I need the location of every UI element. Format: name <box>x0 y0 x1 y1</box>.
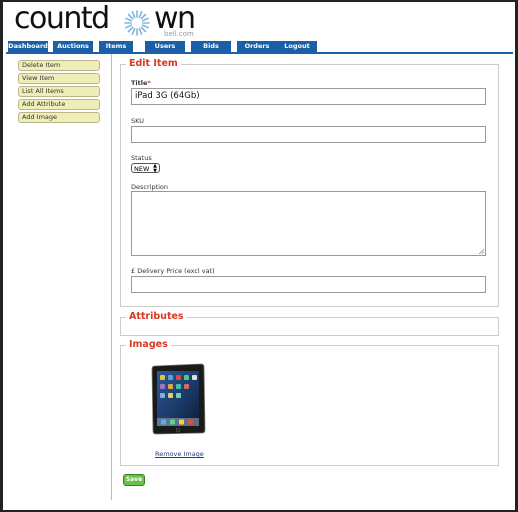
attributes-legend: Attributes <box>126 311 187 322</box>
title-input[interactable]: iPad 3G (64Gb) <box>131 88 486 105</box>
countdown-logo[interactable]: countd wn bell.com <box>14 2 214 39</box>
description-label: Description <box>131 183 169 191</box>
images-legend: Images <box>126 339 171 350</box>
tab-items[interactable]: Items <box>99 41 133 52</box>
page: countd wn bell.com Dashboard Auctions It… <box>3 2 515 510</box>
logo-sun-icon <box>124 10 150 36</box>
logo-subtitle: bell.com <box>164 30 194 38</box>
tab-auctions[interactable]: Auctions <box>53 41 93 52</box>
sidebar: Delete Item View Item List All Items Add… <box>3 54 112 500</box>
status-select[interactable]: NEW ▲ ▼ <box>131 163 160 174</box>
remove-image-link[interactable]: Remove Image <box>155 450 204 458</box>
delivery-price-label: £ Delivery Price (excl vat) <box>131 267 215 275</box>
delete-item-button[interactable]: Delete Item <box>18 60 100 71</box>
list-all-items-button[interactable]: List All Items <box>18 86 100 97</box>
edit-item-fieldset: Edit Item Title* iPad 3G (64Gb) SKU Stat… <box>120 58 499 307</box>
title-label: Title* <box>131 79 151 87</box>
view-item-button[interactable]: View Item <box>18 73 100 84</box>
save-button[interactable]: Save <box>123 474 145 486</box>
sku-input[interactable] <box>131 126 486 143</box>
attributes-fieldset: Attributes <box>120 311 499 336</box>
ipad-thumbnail-image <box>151 363 206 435</box>
edit-item-legend: Edit Item <box>126 58 181 69</box>
select-arrows-icon: ▲ ▼ <box>153 163 157 174</box>
description-textarea[interactable] <box>131 191 486 256</box>
tab-dashboard[interactable]: Dashboard <box>8 41 48 52</box>
tab-orders[interactable]: Orders <box>237 41 277 52</box>
logo-text-part1: countd <box>14 2 110 36</box>
delivery-price-input[interactable] <box>131 276 486 293</box>
tab-bids[interactable]: Bids <box>191 41 231 52</box>
tab-users[interactable]: Users <box>145 41 185 52</box>
status-label: Status <box>131 154 152 162</box>
add-attribute-button[interactable]: Add Attribute <box>18 99 100 110</box>
resize-handle-icon[interactable] <box>478 248 484 254</box>
required-marker: * <box>147 79 151 87</box>
add-image-button[interactable]: Add Image <box>18 112 100 123</box>
sku-label: SKU <box>131 117 144 125</box>
main-nav: Dashboard Auctions Items Users Bids Orde… <box>6 41 513 54</box>
images-fieldset: Images Remove Image <box>120 339 499 466</box>
status-select-value: NEW <box>134 165 150 173</box>
tab-logout[interactable]: Logout <box>277 41 317 52</box>
